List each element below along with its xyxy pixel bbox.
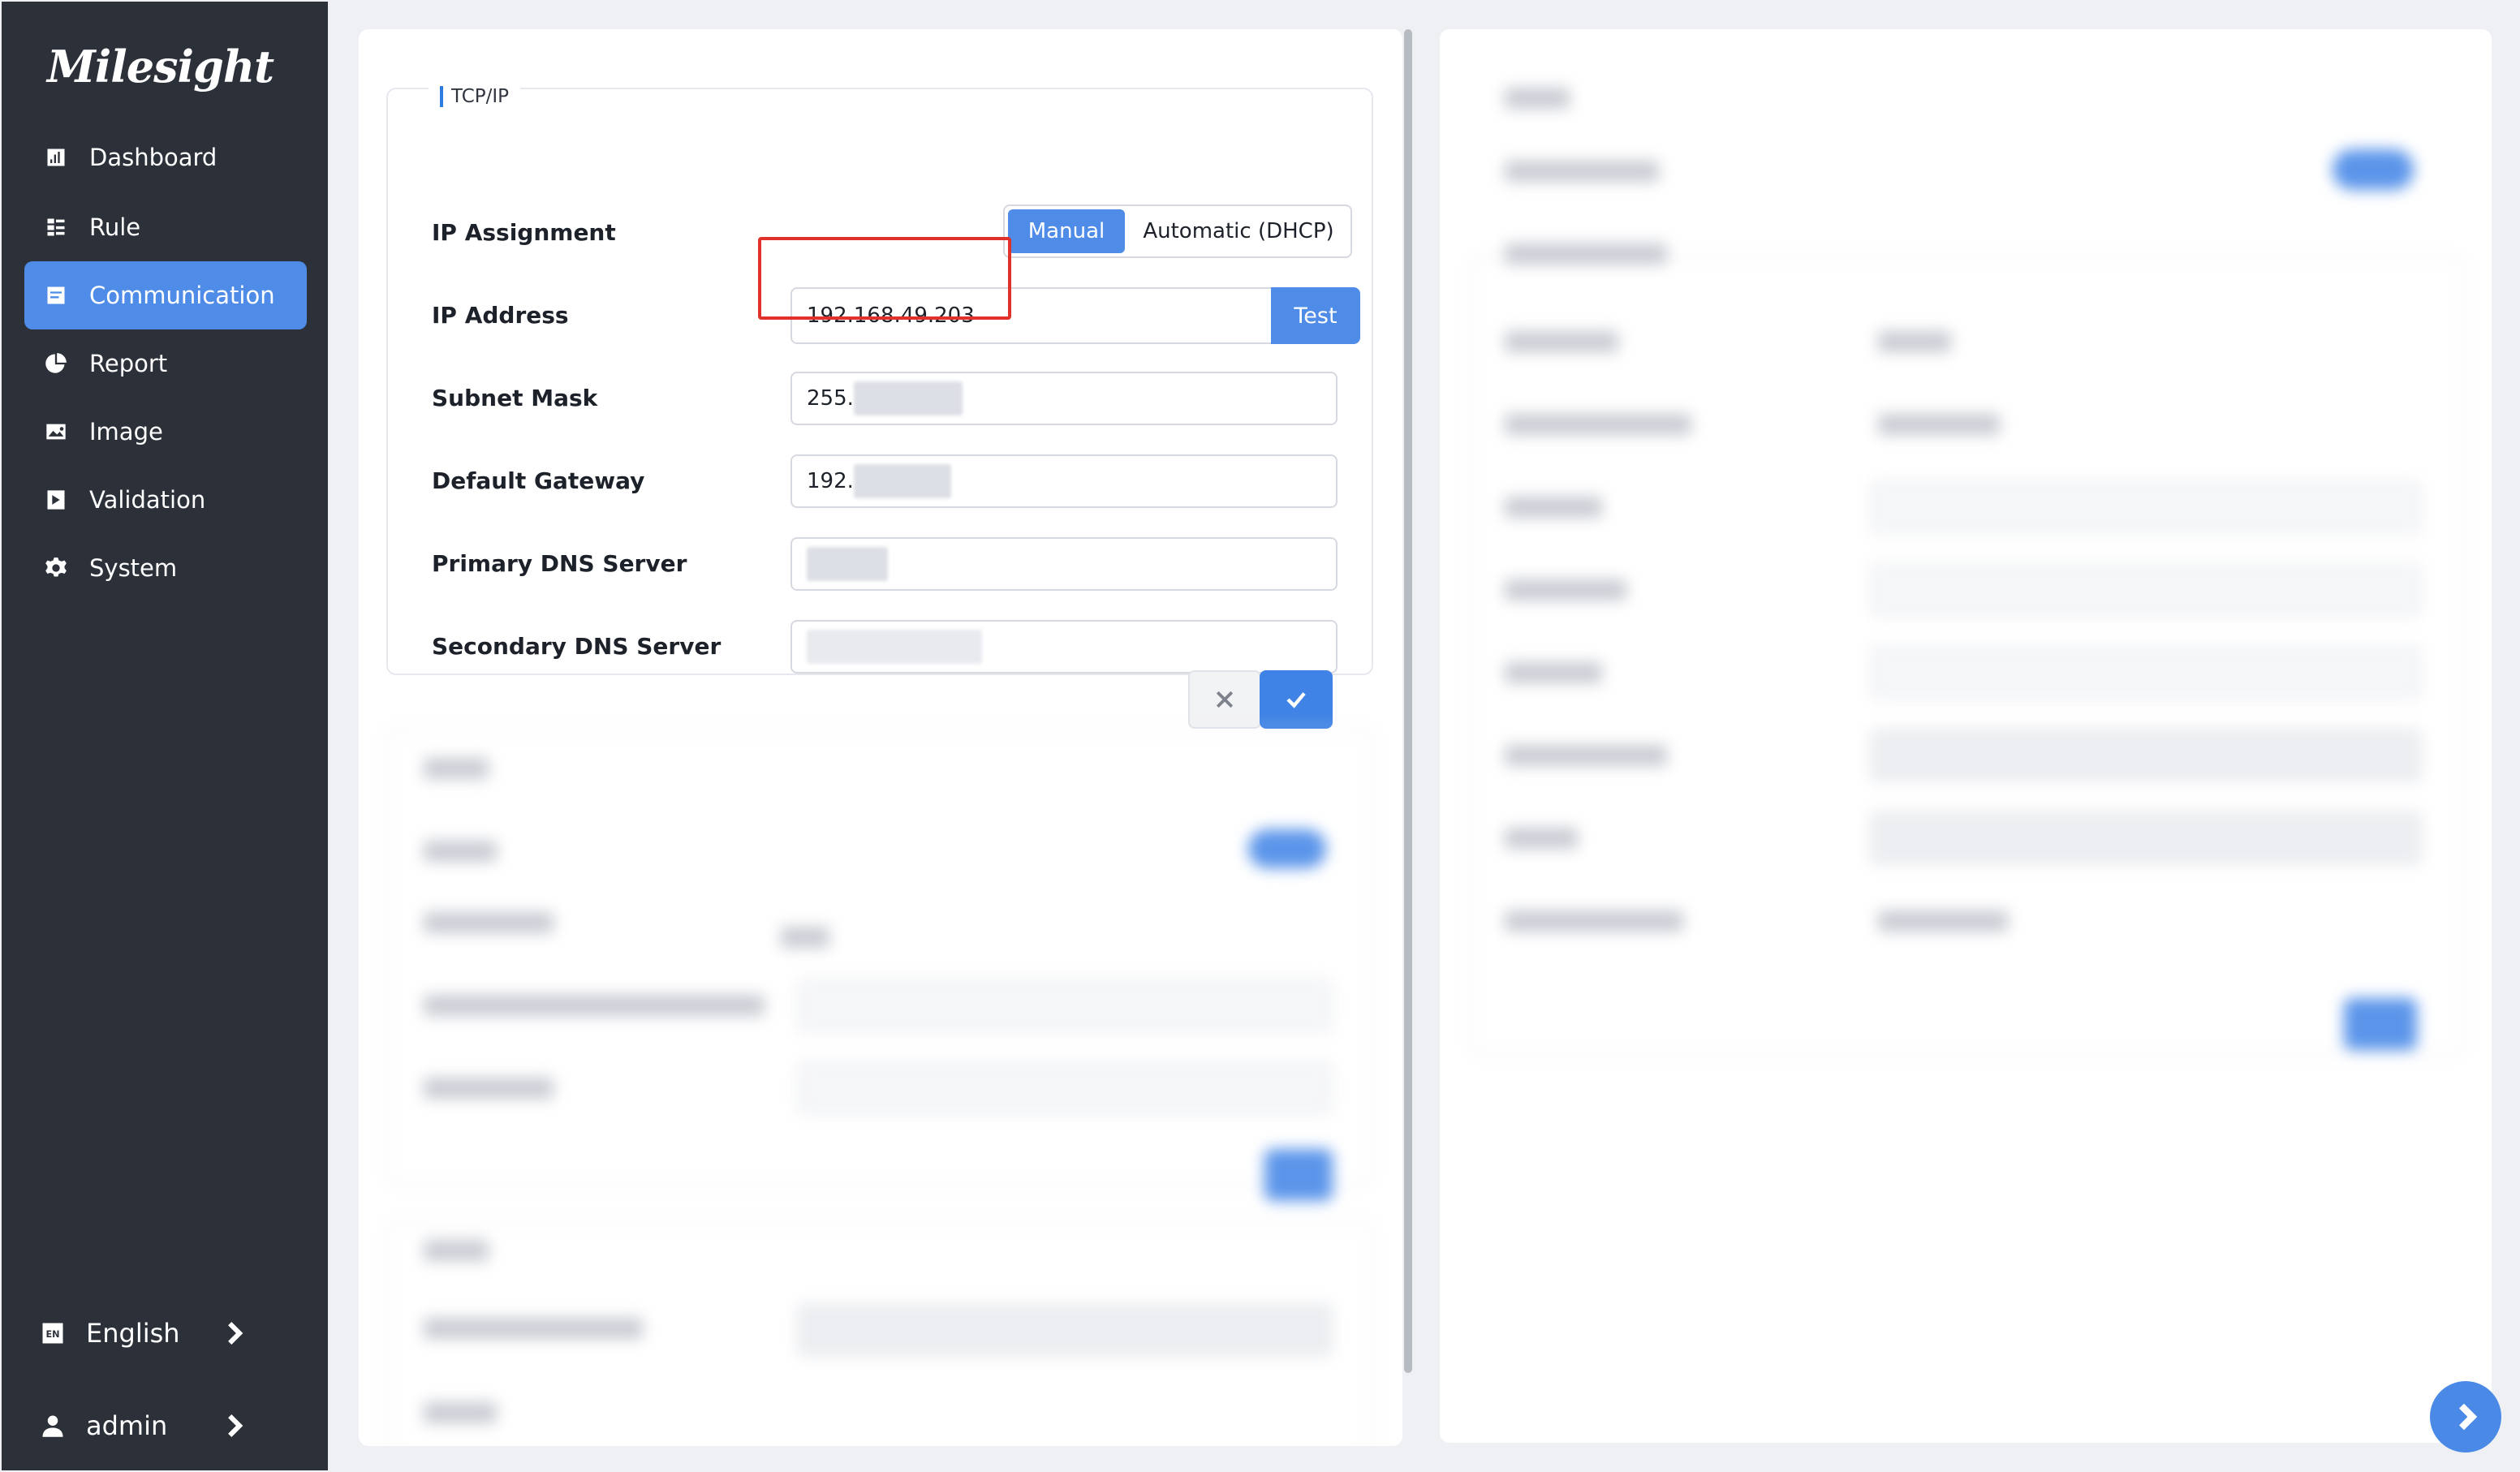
close-icon [1216,691,1234,708]
sidebar-item-label: Communication [89,282,275,309]
gear-icon [42,554,70,582]
sidebar-item-image[interactable]: Image [24,398,307,466]
image-icon [42,418,70,445]
primary-dns-label: Primary DNS Server [432,550,687,577]
ip-address-label: IP Address [432,302,569,329]
primary-dns-input[interactable] [790,537,1338,591]
highlight-box [758,237,1011,320]
ip-assignment-toggle: Manual Automatic (DHCP) [1003,204,1352,258]
sidebar-item-label: Dashboard [89,144,218,171]
language-icon: EN [39,1319,67,1347]
communication-icon [42,282,70,309]
pie-chart-icon [42,350,70,377]
user-label: admin [86,1410,168,1441]
user-icon [39,1412,67,1440]
blurred-settings [1440,29,2492,1165]
sidebar-item-communication[interactable]: Communication [24,261,307,329]
sidebar-item-report[interactable]: Report [24,329,307,398]
sidebar-item-label: System [89,554,178,582]
sidebar-item-dashboard[interactable]: Dashboard [24,123,307,192]
dhcp-option[interactable]: Automatic (DHCP) [1130,209,1347,253]
test-button[interactable]: Test [1271,287,1360,344]
ip-assignment-label: IP Assignment [432,219,616,246]
default-gateway-label: Default Gateway [432,467,645,494]
subnet-mask-input[interactable]: 255. [790,372,1338,425]
svg-text:EN: EN [45,1329,59,1340]
language-label: English [86,1318,180,1349]
scrollbar[interactable] [1404,29,1412,1373]
sidebar-item-label: Rule [89,213,141,241]
blurred-sections [359,711,1402,1446]
sidebar-item-rule[interactable]: Rule [24,193,307,261]
secondary-dns-label: Secondary DNS Server [432,633,722,660]
redacted-value [853,464,951,498]
redacted-value [853,381,963,415]
secondary-dns-input[interactable] [790,620,1338,674]
user-menu[interactable]: admin [39,1397,250,1454]
next-button[interactable] [2430,1381,2501,1453]
sidebar-item-validation[interactable]: Validation [24,466,307,534]
sidebar-item-label: Image [89,418,163,445]
chevron-right-icon [224,1319,247,1347]
sidebar: Milesight Dashboard Rule Communication R… [2,2,328,1470]
sidebar-item-label: Validation [89,486,206,514]
left-panel: TCP/IP IP Assignment Manual Automatic (D… [359,29,1402,1446]
chevron-right-icon [224,1412,247,1440]
language-selector[interactable]: EN English [39,1305,250,1362]
bar-chart-icon [42,144,70,171]
default-gateway-input[interactable]: 192. [790,454,1338,508]
right-panel [1440,29,2492,1443]
sidebar-item-label: Report [89,350,168,377]
subnet-mask-label: Subnet Mask [432,385,598,411]
redacted-value [807,630,982,664]
check-icon [1286,692,1306,708]
sidebar-item-system[interactable]: System [24,534,307,602]
validation-icon [42,486,70,514]
redacted-value [807,547,888,581]
milesight-logo: Milesight [47,41,274,93]
manual-option[interactable]: Manual [1008,209,1125,253]
tcpip-card: TCP/IP IP Assignment Manual Automatic (D… [386,86,1373,675]
tcpip-title: TCP/IP [429,86,521,107]
chevron-right-icon [2459,1403,2478,1431]
list-icon [42,213,70,241]
